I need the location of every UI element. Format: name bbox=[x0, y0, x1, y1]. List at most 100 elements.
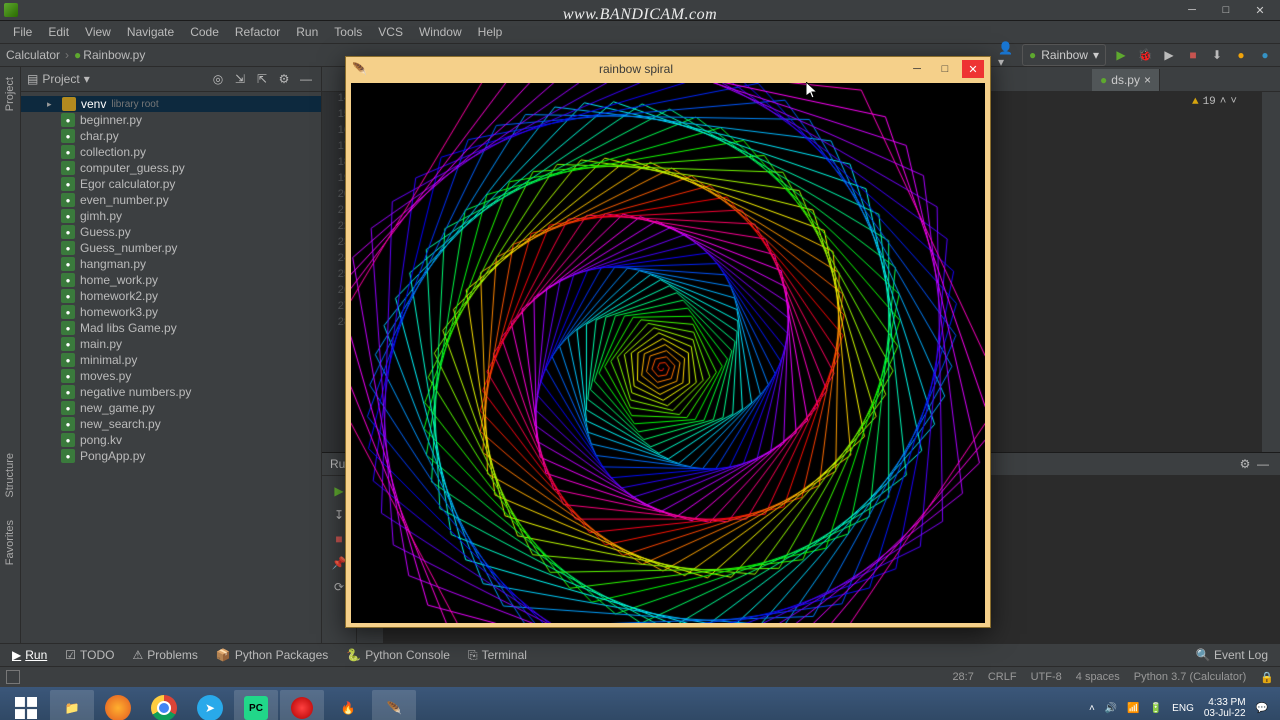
taskbar-pycharm[interactable]: PC bbox=[234, 690, 278, 720]
vcs-button[interactable]: ⬇ bbox=[1208, 46, 1226, 64]
menu-file[interactable]: File bbox=[6, 22, 39, 42]
hide-icon[interactable]: — bbox=[297, 70, 315, 88]
tray-clock[interactable]: 4:33 PM 03-Jul-22 bbox=[1204, 697, 1246, 720]
coverage-button[interactable]: ▶ bbox=[1160, 46, 1178, 64]
menu-view[interactable]: View bbox=[78, 22, 118, 42]
tree-file[interactable]: ●Egor calculator.py bbox=[21, 176, 321, 192]
status-enc[interactable]: UTF-8 bbox=[1031, 671, 1062, 683]
ide-maximize-button[interactable]: □ bbox=[1210, 2, 1242, 18]
tree-file[interactable]: ●new_game.py bbox=[21, 400, 321, 416]
tree-file[interactable]: ●hangman.py bbox=[21, 256, 321, 272]
taskbar-telegram[interactable]: ➤ bbox=[188, 690, 232, 720]
left-tab-favorites[interactable]: Favorites bbox=[2, 514, 18, 571]
tree-file[interactable]: ●even_number.py bbox=[21, 192, 321, 208]
tray-chevron-icon[interactable]: ˄ bbox=[1089, 703, 1095, 714]
tree-file[interactable]: ●gimh.py bbox=[21, 208, 321, 224]
tray-lang[interactable]: ENG bbox=[1172, 703, 1194, 714]
breadcrumb-file[interactable]: Rainbow.py bbox=[83, 48, 145, 62]
start-button[interactable] bbox=[4, 690, 48, 720]
tray-network-icon[interactable]: 📶 bbox=[1127, 703, 1139, 714]
collapse-icon[interactable]: ⇲ bbox=[231, 70, 249, 88]
turtle-window[interactable]: 🪶 rainbow spiral ─ □ ✕ bbox=[345, 56, 991, 628]
chevron-down-icon[interactable]: ˅ bbox=[1230, 96, 1237, 108]
target-icon[interactable]: ◎ bbox=[209, 70, 227, 88]
taskbar-firefox[interactable] bbox=[96, 690, 140, 720]
status-indent[interactable]: 4 spaces bbox=[1076, 671, 1120, 683]
turtle-titlebar[interactable]: 🪶 rainbow spiral ─ □ ✕ bbox=[346, 57, 990, 81]
turtle-minimize-button[interactable]: ─ bbox=[906, 60, 928, 78]
hide-icon[interactable]: — bbox=[1254, 455, 1272, 473]
gear-icon[interactable]: ⚙ bbox=[1236, 455, 1254, 473]
toolwindow-terminal[interactable]: ⎘Terminal bbox=[460, 646, 535, 665]
left-tab-project[interactable]: Project bbox=[2, 71, 18, 117]
tree-file[interactable]: ●computer_guess.py bbox=[21, 160, 321, 176]
tree-file[interactable]: ●pong.kv bbox=[21, 432, 321, 448]
lock-icon[interactable]: 🔒 bbox=[1260, 671, 1274, 684]
close-icon[interactable]: × bbox=[1144, 73, 1151, 87]
menu-refactor[interactable]: Refactor bbox=[228, 22, 287, 42]
user-icon[interactable]: 👤▾ bbox=[998, 46, 1016, 64]
menu-edit[interactable]: Edit bbox=[41, 22, 76, 42]
inspections-widget[interactable]: ▲ 19 ˄ ˅ bbox=[1192, 96, 1237, 108]
taskbar-flame[interactable]: 🔥 bbox=[326, 690, 370, 720]
status-indicator[interactable] bbox=[6, 670, 20, 684]
tray-volume-icon[interactable]: 🔊 bbox=[1105, 703, 1117, 714]
turtle-close-button[interactable]: ✕ bbox=[962, 60, 984, 78]
ide-minimize-button[interactable]: ─ bbox=[1176, 2, 1208, 18]
editor-marker-strip[interactable] bbox=[1261, 92, 1280, 452]
tree-file[interactable]: ●moves.py bbox=[21, 368, 321, 384]
taskbar-bandicam[interactable] bbox=[280, 690, 324, 720]
project-tree[interactable]: ▸venv library root●beginner.py●char.py●c… bbox=[21, 92, 321, 643]
status-interp[interactable]: Python 3.7 (Calculator) bbox=[1134, 671, 1247, 683]
menu-navigate[interactable]: Navigate bbox=[120, 22, 181, 42]
menu-tools[interactable]: Tools bbox=[327, 22, 369, 42]
expand-icon[interactable]: ⇱ bbox=[253, 70, 271, 88]
menu-vcs[interactable]: VCS bbox=[371, 22, 410, 42]
search-everywhere-icon[interactable]: ● bbox=[1256, 46, 1274, 64]
tray-battery-icon[interactable]: 🔋 bbox=[1150, 703, 1162, 714]
tree-file[interactable]: ●main.py bbox=[21, 336, 321, 352]
chevron-up-icon[interactable]: ˄ bbox=[1220, 96, 1227, 108]
tree-file[interactable]: ●negative numbers.py bbox=[21, 384, 321, 400]
toolwindow-python-packages[interactable]: 📦Python Packages bbox=[208, 646, 336, 664]
tray-notifications-icon[interactable]: 💬 bbox=[1256, 703, 1268, 714]
menu-run[interactable]: Run bbox=[289, 22, 325, 42]
run-button[interactable]: ▶ bbox=[1112, 46, 1130, 64]
tree-file[interactable]: ●Guess_number.py bbox=[21, 240, 321, 256]
toolwindow-problems[interactable]: ⚠Problems bbox=[124, 646, 205, 664]
status-eol[interactable]: CRLF bbox=[988, 671, 1017, 683]
system-tray[interactable]: ˄ 🔊 📶 🔋 ENG 4:33 PM 03-Jul-22 💬 bbox=[1089, 697, 1276, 720]
tree-file[interactable]: ●collection.py bbox=[21, 144, 321, 160]
taskbar-explorer[interactable]: 📁 bbox=[50, 690, 94, 720]
editor-tab-ds[interactable]: ● ds.py × bbox=[1092, 69, 1160, 91]
tree-file[interactable]: ●PongApp.py bbox=[21, 448, 321, 464]
tree-file[interactable]: ●char.py bbox=[21, 128, 321, 144]
menu-code[interactable]: Code bbox=[183, 22, 226, 42]
status-pos[interactable]: 28:7 bbox=[952, 671, 973, 683]
tree-file[interactable]: ●Mad libs Game.py bbox=[21, 320, 321, 336]
tree-file[interactable]: ●homework2.py bbox=[21, 288, 321, 304]
left-tab-structure[interactable]: Structure bbox=[2, 447, 18, 504]
ide-help-icon[interactable]: ● bbox=[1232, 46, 1250, 64]
gear-icon[interactable]: ⚙ bbox=[275, 70, 293, 88]
ide-close-button[interactable]: ✕ bbox=[1244, 2, 1276, 18]
project-panel-title[interactable]: ▤ Project ▾ bbox=[27, 72, 90, 86]
turtle-maximize-button[interactable]: □ bbox=[934, 60, 956, 78]
tree-file[interactable]: ●new_search.py bbox=[21, 416, 321, 432]
tree-file[interactable]: ●home_work.py bbox=[21, 272, 321, 288]
menu-help[interactable]: Help bbox=[471, 22, 510, 42]
toolwindow-todo[interactable]: ☑TODO bbox=[57, 646, 122, 664]
taskbar-turtle[interactable]: 🪶 bbox=[372, 690, 416, 720]
toolwindow-run[interactable]: ▶Run bbox=[4, 646, 55, 664]
breadcrumb-project[interactable]: Calculator bbox=[6, 48, 60, 62]
stop-button[interactable]: ■ bbox=[1184, 46, 1202, 64]
tree-venv[interactable]: ▸venv library root bbox=[21, 96, 321, 112]
taskbar-chrome[interactable] bbox=[142, 690, 186, 720]
event-log-button[interactable]: 🔍 Event Log bbox=[1188, 646, 1276, 664]
run-config-selector[interactable]: ● Rainbow ▾ bbox=[1022, 44, 1106, 66]
tree-file[interactable]: ●homework3.py bbox=[21, 304, 321, 320]
debug-button[interactable]: 🐞 bbox=[1136, 46, 1154, 64]
tree-file[interactable]: ●minimal.py bbox=[21, 352, 321, 368]
tree-file[interactable]: ●Guess.py bbox=[21, 224, 321, 240]
menu-window[interactable]: Window bbox=[412, 22, 469, 42]
